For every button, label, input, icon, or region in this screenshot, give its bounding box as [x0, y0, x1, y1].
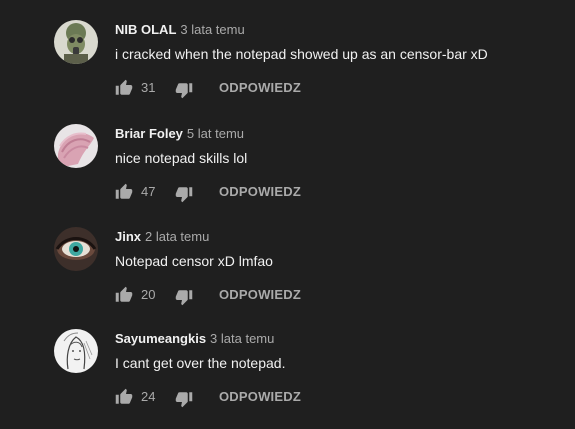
eye-avatar[interactable]: [54, 227, 98, 271]
comment-item: Briar Foley 5 lat temu nice notepad skill…: [0, 124, 575, 224]
comment-item: Sayumeangkis 3 lata temu I cant get over …: [0, 329, 575, 429]
comment-author[interactable]: Jinx: [115, 229, 141, 244]
like-count: 24: [141, 389, 156, 404]
gas-mask-avatar[interactable]: [54, 20, 98, 64]
comment-text: i cracked when the notepad showed up as …: [115, 46, 488, 62]
comment-item: NIB OLAL 3 lata temu i cracked when the n…: [0, 20, 575, 120]
comment-timestamp[interactable]: 3 lata temu: [180, 22, 244, 37]
comment-text: I cant get over the notepad.: [115, 355, 286, 371]
comment-actions: 24 ODPOWIEDZ: [115, 388, 415, 408]
sketch-portrait-avatar[interactable]: [54, 329, 98, 373]
thumbs-down-icon[interactable]: [175, 390, 193, 408]
like-count: 31: [141, 80, 156, 95]
thumbs-up-icon[interactable]: [115, 286, 133, 304]
comment-item: Jinx 2 lata temu Notepad censor xD lmfao …: [0, 227, 575, 327]
reply-button[interactable]: ODPOWIEDZ: [219, 287, 301, 303]
comment-timestamp[interactable]: 2 lata temu: [145, 229, 209, 244]
comment-actions: 20 ODPOWIEDZ: [115, 286, 415, 306]
like-count: 20: [141, 287, 156, 302]
comment-header: Jinx 2 lata temu: [115, 229, 209, 245]
like-count: 47: [141, 184, 156, 199]
pink-hair-avatar[interactable]: [54, 124, 98, 168]
reply-button[interactable]: ODPOWIEDZ: [219, 389, 301, 405]
comment-author[interactable]: Sayumeangkis: [115, 331, 206, 346]
thumbs-down-icon[interactable]: [175, 81, 193, 99]
comments-section: NIB OLAL 3 lata temu i cracked when the n…: [0, 0, 575, 423]
comment-actions: 31 ODPOWIEDZ: [115, 79, 415, 99]
comment-author[interactable]: Briar Foley: [115, 126, 183, 141]
thumbs-down-icon[interactable]: [175, 288, 193, 306]
comment-text: nice notepad skills lol: [115, 150, 248, 166]
comment-timestamp[interactable]: 5 lat temu: [187, 126, 244, 141]
comment-header: NIB OLAL 3 lata temu: [115, 22, 245, 38]
comment-header: Briar Foley 5 lat temu: [115, 126, 244, 142]
comment-author[interactable]: NIB OLAL: [115, 22, 176, 37]
thumbs-up-icon[interactable]: [115, 388, 133, 406]
comment-actions: 47 ODPOWIEDZ: [115, 183, 415, 203]
reply-button[interactable]: ODPOWIEDZ: [219, 184, 301, 200]
thumbs-up-icon[interactable]: [115, 79, 133, 97]
thumbs-down-icon[interactable]: [175, 185, 193, 203]
comment-header: Sayumeangkis 3 lata temu: [115, 331, 274, 347]
reply-button[interactable]: ODPOWIEDZ: [219, 80, 301, 96]
thumbs-up-icon[interactable]: [115, 183, 133, 201]
comment-text: Notepad censor xD lmfao: [115, 253, 273, 269]
comment-timestamp[interactable]: 3 lata temu: [210, 331, 274, 346]
